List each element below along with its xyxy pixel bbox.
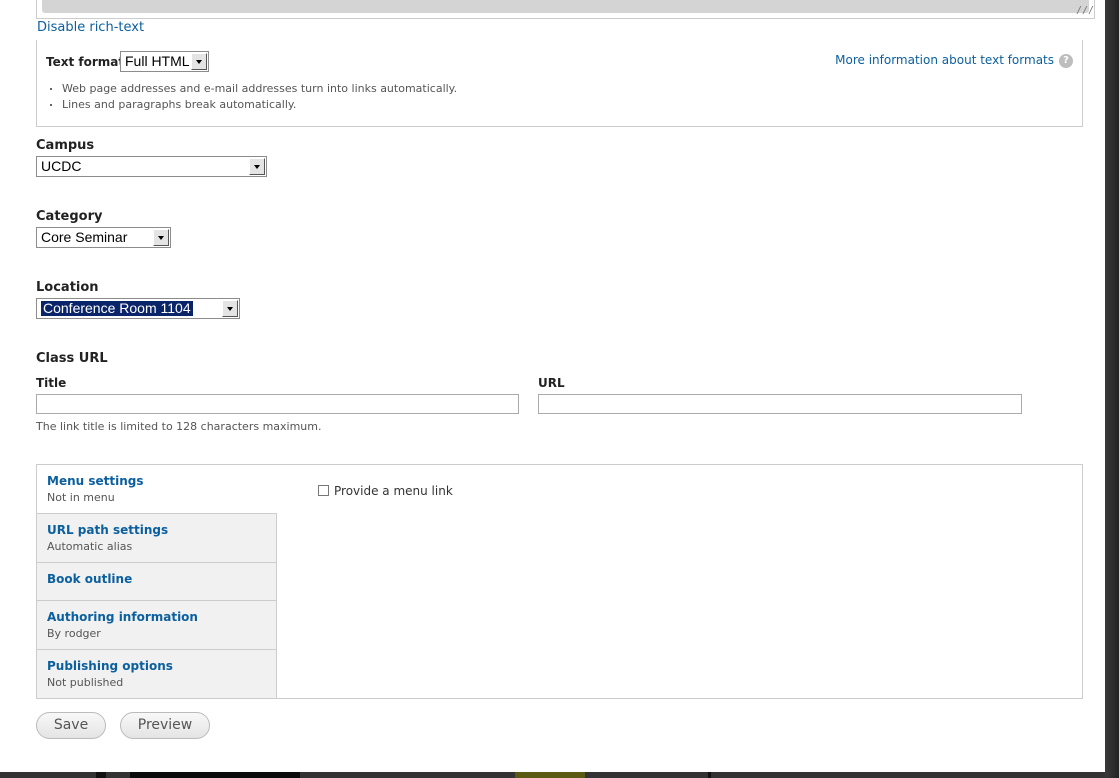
help-icon[interactable]: ? [1059,54,1073,68]
format-tip: Web page addresses and e-mail addresses … [48,81,457,97]
provide-menu-link-label: Provide a menu link [334,484,453,498]
location-label: Location [36,280,99,295]
background-edge [1105,0,1119,778]
category-label: Category [36,209,103,224]
location-selected: Conference Room 1104 [40,300,194,317]
campus-label: Campus [36,138,95,153]
vtab-title: Publishing options [47,659,173,673]
campus-select[interactable]: UCDC [36,156,267,177]
dropdown-arrow-icon [222,300,238,317]
editor-status-bar [42,0,1089,13]
more-info-text-formats-link[interactable]: More information about text formats [835,53,1054,67]
location-select[interactable]: Conference Room 1104 [36,298,240,319]
vtab-authoring-information[interactable]: Authoring information By rodger [37,601,277,650]
text-format-select[interactable]: Full HTML [120,51,209,72]
provide-menu-link-checkbox[interactable] [318,485,329,496]
background-strip [0,772,1105,778]
text-format-tips: Web page addresses and e-mail addresses … [48,81,457,113]
dropdown-arrow-icon [153,229,169,246]
vertical-tab-list: Menu settings Not in menu URL path setti… [37,465,277,698]
vtab-title: URL path settings [47,523,169,537]
vertical-tabs: Menu settings Not in menu URL path setti… [36,464,1083,699]
preview-button[interactable]: Preview [120,712,210,739]
rich-text-editor[interactable]: /// [36,0,1095,19]
text-format-label: Text format [46,55,125,69]
vtab-title: Authoring information [47,610,198,624]
category-select[interactable]: Core Seminar [36,227,171,248]
category-selected: Core Seminar [41,229,128,245]
vtab-title: Menu settings [47,474,144,488]
vtab-url-path-settings[interactable]: URL path settings Automatic alias [37,514,277,563]
format-tip: Lines and paragraphs break automatically… [48,97,457,113]
resize-grip-icon[interactable]: /// [1076,6,1094,16]
vtab-summary: Not in menu [47,491,115,504]
disable-rich-text-link[interactable]: Disable rich-text [37,20,144,35]
vtab-summary: By rodger [47,627,101,640]
vtab-publishing-options[interactable]: Publishing options Not published [37,650,277,698]
vtab-summary: Automatic alias [47,540,133,553]
link-url-input[interactable] [538,394,1022,414]
link-title-label: Title [36,376,67,390]
node-edit-form: /// Disable rich-text Text format Full H… [0,0,1105,772]
dropdown-arrow-icon [191,53,207,70]
class-url-label: Class URL [36,351,108,366]
link-title-description: The link title is limited to 128 charact… [36,420,322,433]
save-button[interactable]: Save [36,712,106,739]
vtab-title: Book outline [47,572,133,586]
vtab-menu-settings[interactable]: Menu settings Not in menu [37,465,277,514]
vtab-summary: Not published [47,676,124,689]
dropdown-arrow-icon [249,158,265,175]
campus-selected: UCDC [41,158,82,174]
text-format-wrapper: Text format Full HTML More information a… [36,40,1083,127]
provide-menu-link-option[interactable]: Provide a menu link [318,484,453,498]
link-title-input[interactable] [36,394,519,414]
text-format-selected: Full HTML [125,53,190,69]
vtab-book-outline[interactable]: Book outline [37,563,277,601]
link-url-label: URL [538,376,565,390]
